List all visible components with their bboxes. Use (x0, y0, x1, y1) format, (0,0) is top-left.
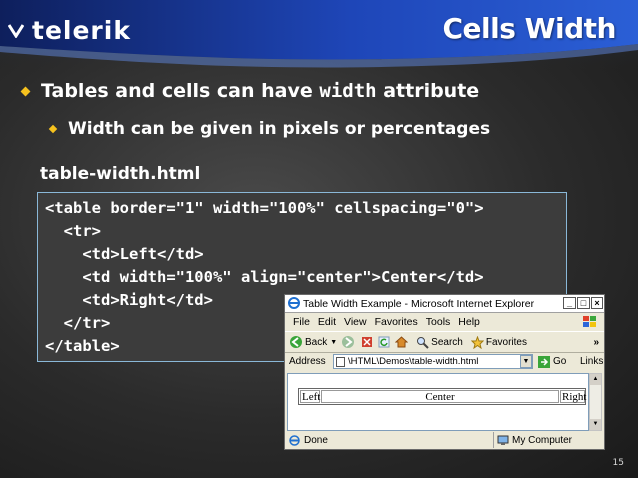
back-arrow-icon[interactable] (289, 335, 303, 349)
slide-title: Cells Width (442, 12, 617, 45)
menu-tools[interactable]: Tools (426, 316, 451, 328)
menu-favorites[interactable]: Favorites (375, 316, 418, 328)
code-line: <td width="100%" align="center">Center</… (45, 268, 484, 286)
browser-window: Table Width Example - Microsoft Internet… (284, 294, 605, 450)
telerik-logo-icon (8, 24, 24, 38)
code-line: <td>Right</td> (45, 291, 213, 309)
go-arrow-icon[interactable] (538, 356, 550, 368)
telerik-logo: telerik (8, 15, 131, 45)
scroll-up-icon[interactable]: ▲ (590, 374, 601, 385)
back-button-label[interactable]: Back (305, 337, 327, 348)
vertical-scrollbar[interactable]: ▲ ▼ (589, 373, 602, 431)
bullet-diamond-icon (48, 124, 58, 134)
zone-text: My Computer (512, 435, 573, 446)
page-number: 15 (612, 458, 624, 468)
go-button-label[interactable]: Go (553, 356, 566, 367)
home-icon[interactable] (395, 336, 409, 348)
scroll-down-icon[interactable]: ▼ (590, 419, 601, 430)
status-bar: Done My Computer (285, 432, 604, 449)
browser-menubar: File Edit View Favorites Tools Help (285, 313, 604, 331)
menu-help[interactable]: Help (458, 316, 480, 328)
table-cell-left: Left (300, 390, 321, 403)
toolbar-overflow-icon[interactable]: » (593, 337, 599, 348)
demo-table: Left Center Right (298, 388, 586, 405)
code-line: <table border="1" width="100%" cellspaci… (45, 199, 484, 217)
menu-edit[interactable]: Edit (318, 316, 336, 328)
browser-titlebar[interactable]: Table Width Example - Microsoft Internet… (285, 295, 604, 313)
bullet1-code: width (319, 80, 377, 102)
close-button[interactable]: × (591, 297, 603, 309)
page-icon (336, 357, 345, 367)
bullet-diamond-icon (20, 86, 31, 96)
browser-title: Table Width Example - Microsoft Internet… (303, 297, 535, 310)
bullet1-suffix: attribute (376, 80, 480, 102)
code-line: <tr> (45, 222, 101, 240)
done-page-icon (289, 435, 300, 446)
bullet1-prefix: Tables and cells can have (41, 80, 320, 102)
search-button-label[interactable]: Search (431, 337, 463, 348)
minimize-button[interactable]: _ (563, 297, 576, 309)
my-computer-icon (497, 435, 509, 445)
stop-icon[interactable] (361, 336, 373, 348)
forward-arrow-icon[interactable] (341, 335, 355, 349)
browser-toolbar: Back ▼ Search Favorites » (285, 331, 604, 353)
code-line: </table> (45, 337, 120, 355)
back-dropdown-icon[interactable]: ▼ (330, 339, 337, 346)
address-input[interactable]: \HTML\Demos\table-width.html (333, 354, 533, 369)
logo-text: telerik (32, 15, 131, 45)
favorites-star-icon[interactable] (470, 335, 484, 349)
code-line: <td>Left</td> (45, 245, 204, 263)
code-filename: table-width.html (40, 164, 201, 184)
maximize-button[interactable]: □ (577, 297, 590, 309)
status-text: Done (304, 435, 328, 446)
table-cell-right: Right (560, 390, 587, 403)
address-dropdown-icon[interactable]: ▼ (520, 355, 532, 368)
code-line: </tr> (45, 314, 111, 332)
ie-icon (288, 297, 300, 309)
bullet2-text: Width can be given in pixels or percenta… (68, 119, 491, 139)
windows-flag-icon (583, 316, 596, 327)
favorites-button-label[interactable]: Favorites (486, 337, 527, 348)
address-value: \HTML\Demos\table-width.html (348, 356, 479, 367)
address-bar: Address \HTML\Demos\table-width.html ▼ G… (285, 352, 604, 372)
menu-view[interactable]: View (344, 316, 367, 328)
bullet-level2: Width can be given in pixels or percenta… (48, 119, 491, 139)
table-cell-center: Center (321, 390, 559, 403)
bullet-level1: Tables and cells can have width attribut… (20, 80, 480, 102)
browser-content: Left Center Right (287, 373, 589, 431)
search-icon[interactable] (416, 336, 429, 349)
links-label[interactable]: Links (580, 356, 603, 367)
refresh-icon[interactable] (378, 336, 390, 348)
menu-file[interactable]: File (293, 316, 310, 328)
address-label: Address (289, 356, 326, 367)
